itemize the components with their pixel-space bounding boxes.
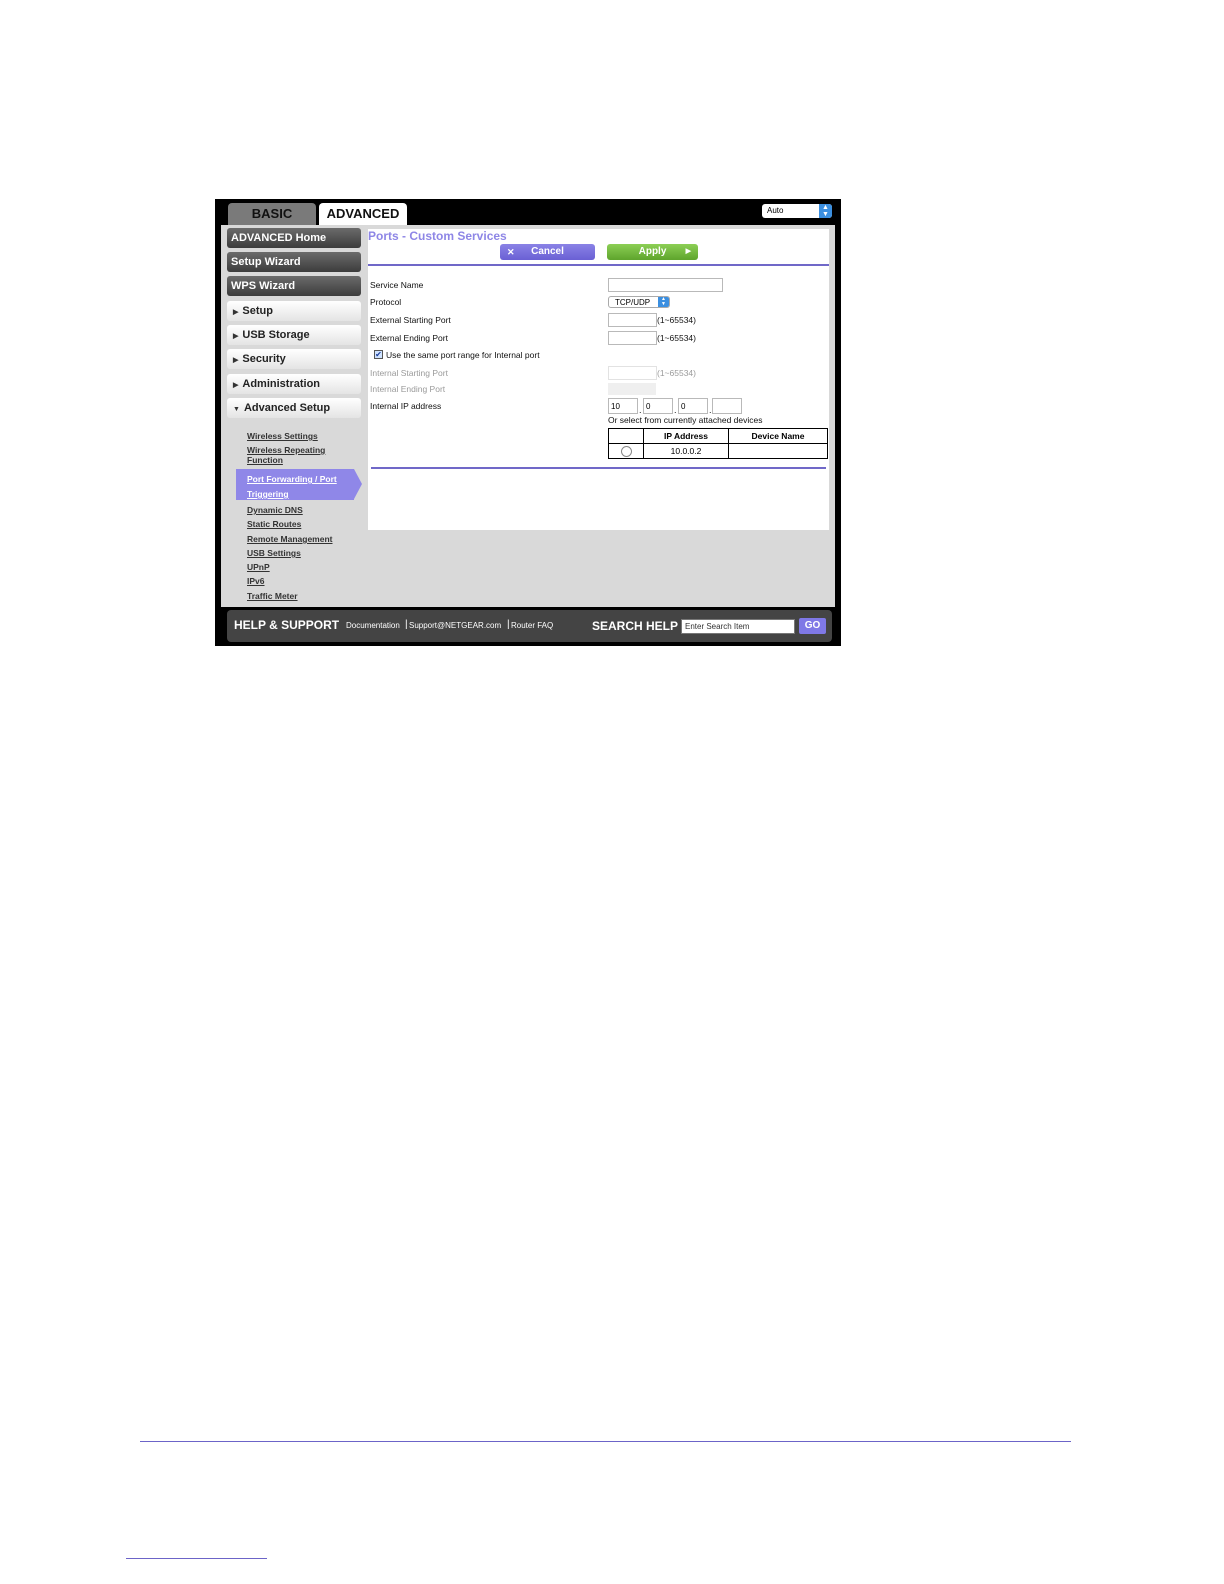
language-select[interactable]: Auto ▲ ▼ [762,204,832,218]
sublink-ipv6[interactable]: IPv6 [247,576,265,586]
ip-octet-2-input[interactable] [643,398,673,414]
protocol-value: TCP/UDP [615,298,651,307]
apply-button[interactable]: Apply ▶ [607,244,698,260]
expand-arrow-icon: ▶ [233,382,239,389]
device-select-cell [608,443,644,459]
page-footer-divider [140,1441,1071,1442]
attached-devices-table: IP Address Device Name 10.0.0.2 [608,428,828,459]
expand-arrow-icon: ▶ [233,333,239,340]
sublink-port-forwarding-active[interactable]: Port Forwarding / Port Triggering [236,469,354,500]
protocol-select[interactable]: TCP/UDP ▲ ▼ [608,296,670,308]
expand-arrow-icon: ▶ [233,309,239,316]
close-icon: ✕ [507,247,515,257]
internal-ip-label: Internal IP address [370,401,442,411]
help-support-title: HELP & SUPPORT [234,618,340,632]
search-help-input[interactable] [681,619,795,634]
sublink-wireless-repeating[interactable]: Wireless Repeating Function [247,445,337,465]
nav-section-security[interactable]: ▶ Security [227,349,361,369]
main-frame: ADVANCED Home Setup Wizard WPS Wizard ▶ S… [221,225,835,607]
internal-ending-port-input [608,383,656,395]
nav-section-usb-storage[interactable]: ▶ USB Storage [227,325,361,345]
tab-basic[interactable]: BASIC [228,203,316,225]
nav-wps-wizard[interactable]: WPS Wizard [227,276,361,296]
same-port-range-label: Use the same port range for Internal por… [386,350,540,360]
internal-ending-port-label: Internal Ending Port [370,384,446,394]
ip-dot: . [674,405,677,415]
device-name-cell [728,443,828,459]
search-help-title: SEARCH HELP [592,619,679,633]
language-select-value: Auto [767,206,784,215]
footer-divider [371,467,826,469]
table-header-row: IP Address Device Name [608,428,828,444]
active-indicator-arrow [354,469,362,499]
external-starting-port-range: (1~65534) [657,315,696,325]
ip-dot: . [639,405,642,415]
ip-octet-3-input[interactable] [678,398,708,414]
column-header-device-name: Device Name [728,428,828,444]
internal-starting-port-label: Internal Starting Port [370,368,448,378]
same-port-range-checkbox[interactable]: ✔ [374,350,383,359]
router-admin-window: BASIC ADVANCED Auto ▲ ▼ ADVANCED Home Set… [215,199,841,646]
external-starting-port-input[interactable] [608,313,657,327]
sublink-remote-management[interactable]: Remote Management [247,534,333,544]
ip-octet-1-input[interactable] [608,398,638,414]
help-support-footer: HELP & SUPPORT Documentation | Support@N… [227,610,832,642]
column-header-ip: IP Address [643,428,729,444]
external-starting-port-label: External Starting Port [370,315,451,325]
cancel-button[interactable]: ✕ Cancel [500,244,595,260]
page-title: Ports - Custom Services [368,229,507,243]
documentation-link[interactable]: Documentation [346,621,400,630]
header-divider [368,264,829,266]
internal-starting-port-input [608,366,657,380]
tab-advanced[interactable]: ADVANCED [319,203,407,225]
select-devices-text: Or select from currently attached device… [608,415,763,425]
link-separator: | [507,619,510,630]
external-ending-port-input[interactable] [608,331,657,345]
nav-section-label: Advanced Setup [243,402,331,414]
sublink-wireless-settings[interactable]: Wireless Settings [247,431,318,441]
sublink-static-routes[interactable]: Static Routes [247,519,301,529]
column-header-select [608,428,644,444]
select-spinner-icon: ▲ ▼ [658,297,669,307]
external-ending-port-range: (1~65534) [657,333,696,343]
tab-bar: BASIC ADVANCED Auto ▲ ▼ [215,199,841,225]
sublink-dynamic-dns[interactable]: Dynamic DNS [247,505,303,515]
nav-section-administration[interactable]: ▶ Administration [227,374,361,394]
service-name-label: Service Name [370,280,424,290]
nav-section-setup[interactable]: ▶ Setup [227,301,361,321]
device-radio[interactable] [620,445,632,457]
nav-section-label: Setup [242,305,273,317]
internal-starting-port-range: (1~65534) [657,368,696,378]
nav-advanced-home[interactable]: ADVANCED Home [227,228,361,248]
nav-section-label: Security [242,353,286,365]
sublink-upnp[interactable]: UPnP [247,562,270,572]
external-ending-port-label: External Ending Port [370,333,448,343]
apply-label: Apply [638,246,667,257]
nav-section-advanced-setup[interactable]: ▼ Advanced Setup [227,398,361,418]
sublink-port-forwarding-label: Port Forwarding / Port Triggering [247,474,337,499]
collapse-arrow-icon: ▼ [233,406,240,413]
content-panel: Ports - Custom Services ✕ Cancel Apply ▶… [368,229,829,530]
nav-section-label: USB Storage [242,329,310,341]
nav-setup-wizard[interactable]: Setup Wizard [227,252,361,272]
nav-section-label: Administration [242,378,321,390]
arrow-right-icon: ▶ [685,248,691,255]
sublink-traffic-meter[interactable]: Traffic Meter [247,591,298,601]
protocol-label: Protocol [370,297,402,307]
cancel-label: Cancel [531,246,564,257]
router-faq-link[interactable]: Router FAQ [511,621,553,630]
support-email-link[interactable]: Support@NETGEAR.com [409,621,501,630]
go-button[interactable]: GO [799,618,826,634]
page-link-underline [126,1558,267,1559]
sublink-usb-settings[interactable]: USB Settings [247,548,301,558]
service-name-input[interactable] [608,278,723,292]
expand-arrow-icon: ▶ [233,357,239,364]
ip-octet-4-input[interactable] [712,398,742,414]
select-spinner-icon: ▲ ▼ [819,204,832,218]
device-ip-cell: 10.0.0.2 [643,443,729,459]
link-separator: | [405,619,408,630]
table-row[interactable]: 10.0.0.2 [608,443,828,459]
